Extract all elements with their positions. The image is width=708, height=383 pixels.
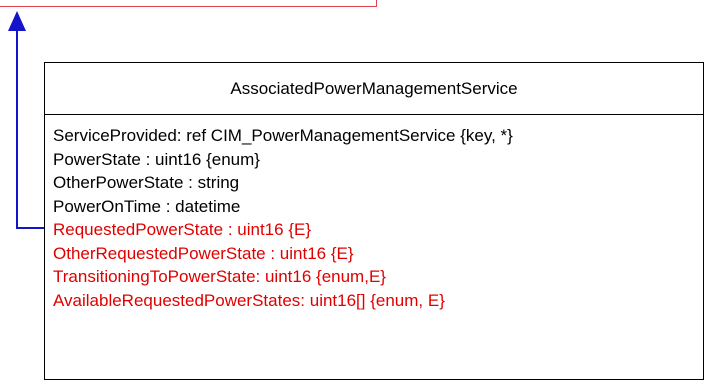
property-power-state: PowerState : uint16 {enum} <box>53 149 260 169</box>
inheritance-arrowhead-icon <box>8 11 26 31</box>
property-transitioning-to-power-state: TransitioningToPowerState: uint16 {enum,… <box>53 267 386 286</box>
property-requested-power-state: RequestedPowerState : uint16 {E} <box>53 220 312 239</box>
class-name: AssociatedPowerManagementService <box>45 63 703 115</box>
class-properties: ServiceProvided: ref CIM_PowerManagement… <box>45 115 703 312</box>
uml-class-box: AssociatedPowerManagementService Service… <box>44 62 704 380</box>
property-other-power-state: OtherPowerState : string <box>53 173 240 192</box>
parent-class-box-edge <box>0 0 377 7</box>
property-service-provided: ServiceProvided: ref CIM_PowerManagement… <box>53 126 513 145</box>
property-power-on-time: PowerOnTime : datetime <box>53 196 241 216</box>
property-available-requested-power-states: AvailableRequestedPowerStates: uint16[] … <box>53 290 445 310</box>
property-other-requested-power-state: OtherRequestedPowerState : uint16 {E} <box>53 243 354 263</box>
connector-line <box>16 30 44 229</box>
